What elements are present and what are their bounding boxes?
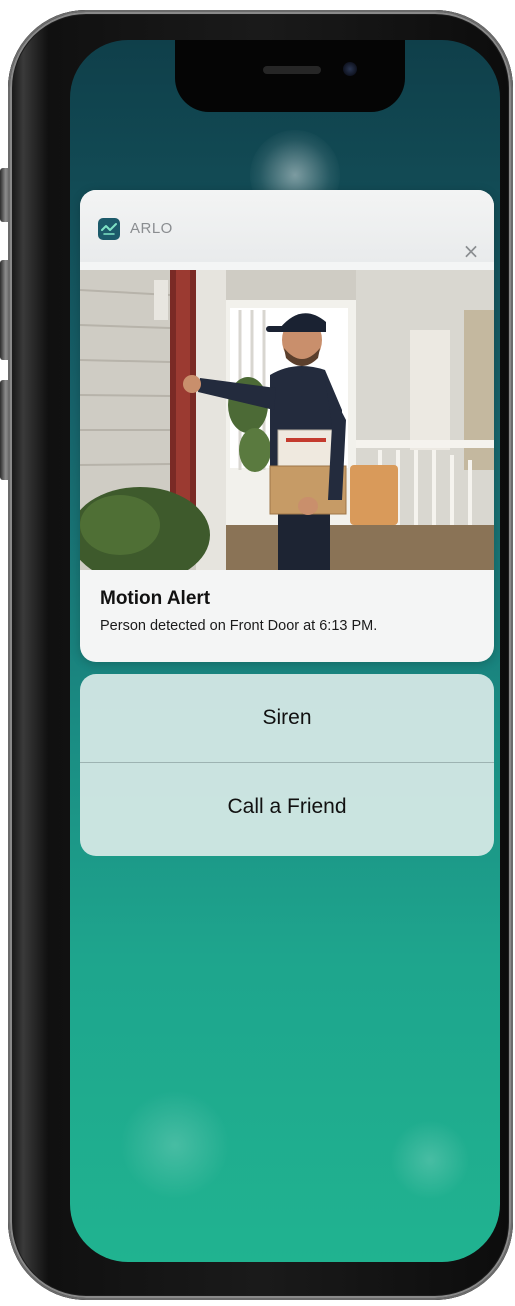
notch (175, 40, 405, 112)
device-mockup: ARLO × Motion Alert Person detected on F… (0, 0, 515, 1306)
notification-body: Person detected on Front Door at 6:13 PM… (100, 618, 378, 634)
wallpaper-light-spot (390, 1120, 470, 1200)
notification-card[interactable]: ARLO × Motion Alert Person detected on F… (80, 190, 494, 662)
front-camera (343, 62, 357, 76)
app-name: ARLO (130, 220, 173, 237)
arlo-logo-icon (98, 218, 120, 240)
call-a-friend-button[interactable]: Call a Friend (80, 763, 494, 851)
siren-button[interactable]: Siren (80, 674, 494, 762)
notification-header: ARLO × (80, 190, 494, 262)
earpiece-speaker (263, 66, 321, 74)
lock-screen: ARLO × Motion Alert Person detected on F… (70, 40, 500, 1262)
notification-title: Motion Alert (100, 588, 211, 609)
front-door-camera-snapshot[interactable] (80, 270, 494, 570)
wallpaper-light-spot (120, 1090, 230, 1200)
close-icon[interactable]: × (460, 240, 482, 262)
notification-actions: Siren Call a Friend (80, 674, 494, 856)
